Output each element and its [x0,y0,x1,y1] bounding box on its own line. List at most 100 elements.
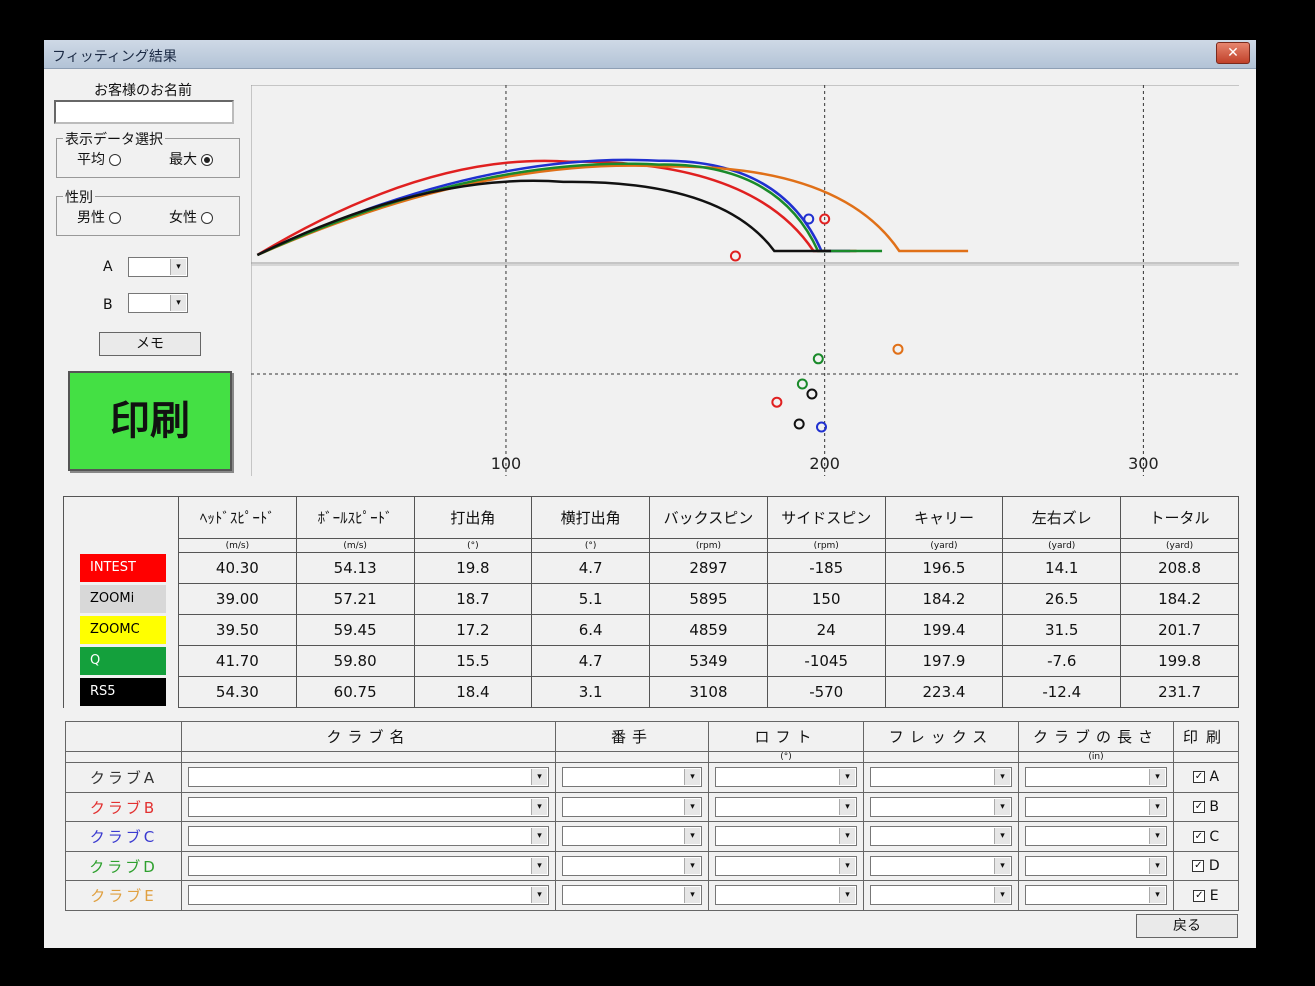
club-row-label: クラブD [65,850,182,882]
chevron-down-icon[interactable]: ▾ [684,887,700,904]
chevron-down-icon[interactable]: ▾ [1149,887,1165,904]
customer-name-field[interactable] [54,100,234,124]
club-name-select[interactable]: ▾ [188,885,549,906]
chevron-down-icon[interactable]: ▾ [684,828,700,845]
result-value: 201.7 [1120,614,1239,646]
chevron-down-icon[interactable]: ▾ [839,769,855,786]
club-name-select[interactable]: ▾ [188,855,549,876]
header-side-spin: サイドスピン [766,496,886,539]
combo-b-select[interactable]: ▾ [128,293,188,313]
header-total: トータル [1120,496,1239,539]
chevron-down-icon[interactable]: ▾ [994,828,1010,845]
combo-a-label: A [103,259,113,275]
print-checkbox[interactable]: ✓ [1192,771,1205,784]
chevron-down-icon[interactable]: ▾ [531,887,547,904]
chevron-down-icon[interactable]: ▾ [839,798,855,815]
chevron-down-icon[interactable]: ▾ [839,828,855,845]
club-length-select[interactable]: ▾ [1025,796,1167,817]
club-length-select[interactable]: ▾ [1025,826,1167,847]
club-number-select[interactable]: ▾ [562,885,702,906]
club-number-select[interactable]: ▾ [562,826,702,847]
print-button[interactable]: 印刷 [68,371,232,471]
chevron-down-icon[interactable]: ▾ [994,887,1010,904]
club-loft-select-cell: ▾ [708,850,864,882]
club-flex-select[interactable]: ▾ [870,855,1012,876]
club-length-select[interactable]: ▾ [1025,855,1167,876]
club-name-select[interactable]: ▾ [188,796,549,817]
club-loft-select[interactable]: ▾ [715,796,857,817]
radio-average[interactable]: 平均 [77,149,122,169]
header-side-angle: 横打出角 [531,496,651,539]
print-checkbox[interactable]: ✓ [1192,860,1205,873]
club-loft-select[interactable]: ▾ [715,855,857,876]
chevron-down-icon[interactable]: ▾ [531,798,547,815]
close-button[interactable]: ✕ [1216,42,1250,64]
radio-male[interactable]: 男性 [77,207,122,227]
club-number-select[interactable]: ▾ [562,855,702,876]
radio-female-circle[interactable] [201,212,214,224]
chevron-down-icon[interactable]: ▾ [1149,828,1165,845]
chevron-down-icon[interactable]: ▾ [170,295,186,311]
club-loft-select-cell: ▾ [708,821,864,852]
unit-corner [63,538,179,553]
club-header-print: 印刷 [1173,721,1239,752]
chevron-down-icon[interactable]: ▾ [994,857,1010,874]
unit-cell: (°) [413,538,533,553]
club-flex-select[interactable]: ▾ [870,767,1012,788]
results-table: ﾍｯﾄﾞｽﾋﾟｰﾄﾞ ﾎﾞｰﾙｽﾋﾟｰﾄﾞ 打出角 横打出角 バックスピン サイ… [63,496,1239,708]
combo-a-select[interactable]: ▾ [128,257,188,277]
chevron-down-icon[interactable]: ▾ [170,259,186,275]
print-checkbox-cell: ✓ A [1173,762,1239,793]
radio-maximum[interactable]: 最大 [169,149,214,169]
club-name-select[interactable]: ▾ [188,767,549,788]
radio-maximum-circle[interactable] [201,154,214,166]
club-loft-select[interactable]: ▾ [715,767,857,788]
radio-average-circle[interactable] [109,154,122,166]
chevron-down-icon[interactable]: ▾ [1149,769,1165,786]
header-corner [63,496,179,539]
chevron-down-icon[interactable]: ▾ [684,798,700,815]
chevron-down-icon[interactable]: ▾ [839,887,855,904]
chevron-down-icon[interactable]: ▾ [1149,798,1165,815]
print-checkbox[interactable]: ✓ [1192,830,1205,843]
club-unit-cell [1173,750,1239,764]
chevron-down-icon[interactable]: ▾ [684,857,700,874]
radio-male-circle[interactable] [109,212,122,224]
club-number-select-cell: ▾ [555,762,709,793]
unit-cell: (yard) [884,538,1004,553]
chevron-down-icon[interactable]: ▾ [684,769,700,786]
chevron-down-icon[interactable]: ▾ [994,769,1010,786]
result-value: 18.7 [413,583,533,615]
print-checkbox[interactable]: ✓ [1192,801,1205,814]
chevron-down-icon[interactable]: ▾ [994,798,1010,815]
club-loft-select[interactable]: ▾ [715,885,857,906]
result-value: -7.6 [1002,645,1122,677]
club-number-select[interactable]: ▾ [562,767,702,788]
chevron-down-icon[interactable]: ▾ [531,769,547,786]
club-name-select[interactable]: ▾ [188,826,549,847]
chevron-down-icon[interactable]: ▾ [1149,857,1165,874]
club-length-select[interactable]: ▾ [1025,767,1167,788]
club-length-select-cell: ▾ [1018,791,1174,823]
club-length-select[interactable]: ▾ [1025,885,1167,906]
result-value: -570 [766,676,886,708]
club-selection-table: クラブ名 番手 ロフト フレックス クラブの長さ 印刷 (°) (in) クラブ… [65,721,1239,911]
radio-female[interactable]: 女性 [169,207,214,227]
back-button[interactable]: 戻る [1136,914,1238,938]
club-flex-select[interactable]: ▾ [870,796,1012,817]
club-loft-select[interactable]: ▾ [715,826,857,847]
club-length-select-cell: ▾ [1018,762,1174,793]
club-flex-select[interactable]: ▾ [870,826,1012,847]
memo-button[interactable]: メモ [99,332,201,356]
chevron-down-icon[interactable]: ▾ [531,857,547,874]
club-number-select[interactable]: ▾ [562,796,702,817]
chevron-down-icon[interactable]: ▾ [839,857,855,874]
result-value: 59.45 [295,614,415,646]
result-row: Q 41.70 59.80 15.5 4.7 5349 -1045 197.9 -7.6 199.… [63,645,1239,677]
print-checkbox[interactable]: ✓ [1193,889,1206,902]
result-value: 60.75 [295,676,415,708]
print-checkbox-label: C [1209,828,1220,845]
club-flex-select[interactable]: ▾ [870,885,1012,906]
chevron-down-icon[interactable]: ▾ [531,828,547,845]
club-row: クラブE ▾ ▾ ▾ ▾ ▾ ✓ E [65,880,1239,911]
